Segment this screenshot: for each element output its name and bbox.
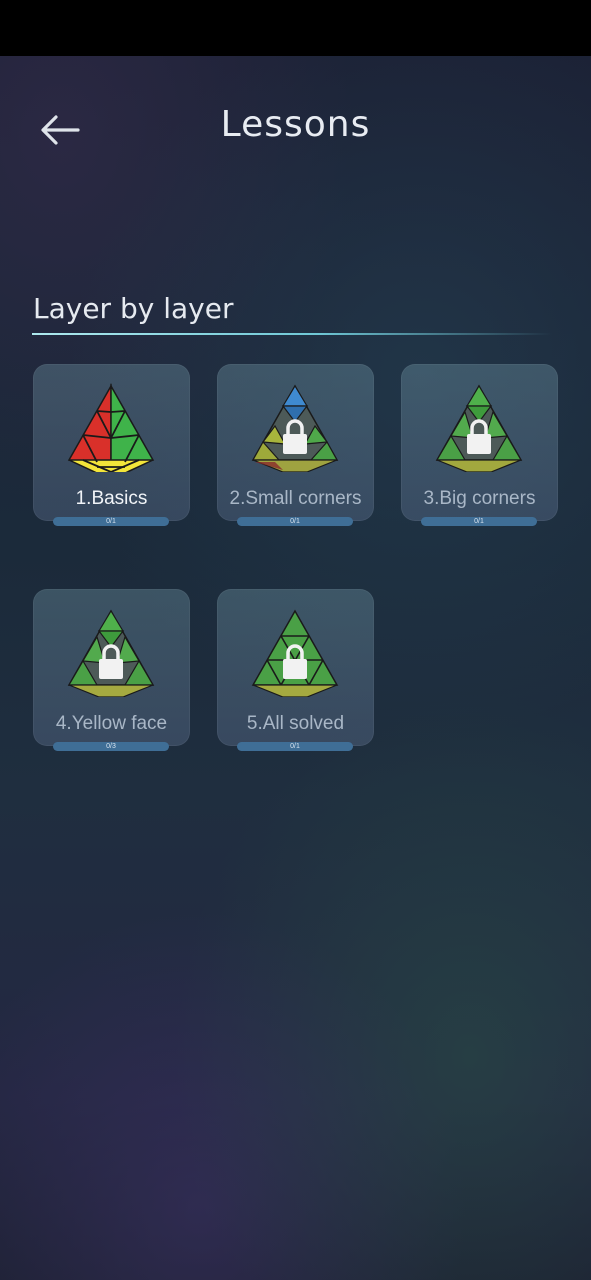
progress-text: 0/3 [106,743,116,750]
progress-text: 0/1 [290,743,300,750]
lesson-card-small-corners[interactable]: 2.Small corners [217,364,374,521]
pyraminx-small-corners-icon [251,384,339,472]
lesson-card-all-solved[interactable]: 5.All solved [217,589,374,746]
lesson-progress-bar: 0/3 [53,742,169,751]
progress-text: 0/1 [474,518,484,525]
lesson-progress-bar: 0/1 [421,517,537,526]
lesson-card-big-corners[interactable]: 3.Big corners [401,364,558,521]
lesson-progress-bar: 0/1 [53,517,169,526]
lesson-label: 3.Big corners [423,488,536,509]
section-title: Layer by layer [33,292,234,325]
lesson-progress-bar: 0/1 [237,517,353,526]
lesson-card-yellow-face[interactable]: 4.Yellow face [33,589,190,746]
pyraminx-yellow-face-icon [67,609,155,697]
page-title: Lessons [220,104,371,145]
pyraminx-all-solved-icon [251,609,339,697]
lesson-card-basics[interactable]: 1.Basics [33,364,190,521]
pyraminx-big-corners-icon [435,384,523,472]
lesson-label: 2.Small corners [229,488,362,509]
lesson-label: 4.Yellow face [55,713,168,734]
section-underline [32,333,552,335]
progress-text: 0/1 [106,518,116,525]
lesson-label: 1.Basics [75,488,148,509]
lesson-progress-bar: 0/1 [237,742,353,751]
pyraminx-solved-icon [67,383,155,472]
progress-text: 0/1 [290,518,300,525]
lessons-screen: Lessons Layer by layer 1.Basics 0/1 2.Sm… [0,56,591,1280]
lesson-label: 5.All solved [246,713,345,734]
status-bar [0,0,591,56]
